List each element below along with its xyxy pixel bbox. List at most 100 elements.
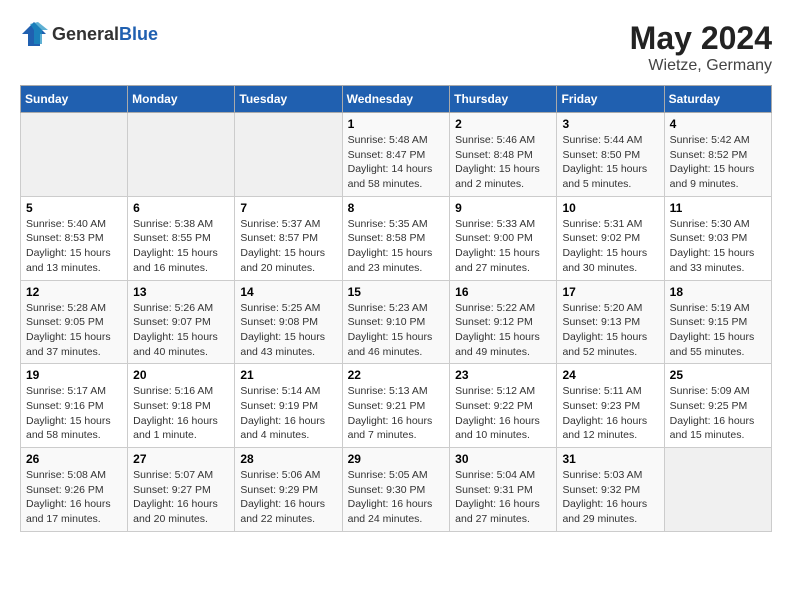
day-info: Sunrise: 5:07 AM Sunset: 9:27 PM Dayligh…	[133, 468, 229, 527]
day-info: Sunrise: 5:37 AM Sunset: 8:57 PM Dayligh…	[240, 217, 336, 276]
calendar-cell: 1 Sunrise: 5:48 AM Sunset: 8:47 PM Daylig…	[342, 113, 450, 197]
weekday-header-monday: Monday	[128, 86, 235, 113]
day-info: Sunrise: 5:35 AM Sunset: 8:58 PM Dayligh…	[348, 217, 445, 276]
calendar-table: SundayMondayTuesdayWednesdayThursdayFrid…	[20, 85, 772, 532]
day-info: Sunrise: 5:25 AM Sunset: 9:08 PM Dayligh…	[240, 301, 336, 360]
day-info: Sunrise: 5:26 AM Sunset: 9:07 PM Dayligh…	[133, 301, 229, 360]
day-number: 30	[455, 452, 551, 466]
day-number: 26	[26, 452, 122, 466]
calendar-cell	[128, 113, 235, 197]
day-number: 22	[348, 368, 445, 382]
day-number: 17	[562, 285, 658, 299]
day-info: Sunrise: 5:19 AM Sunset: 9:15 PM Dayligh…	[670, 301, 766, 360]
day-info: Sunrise: 5:11 AM Sunset: 9:23 PM Dayligh…	[562, 384, 658, 443]
location: Wietze, Germany	[630, 57, 772, 75]
calendar-cell: 7 Sunrise: 5:37 AM Sunset: 8:57 PM Daylig…	[235, 196, 342, 280]
day-info: Sunrise: 5:23 AM Sunset: 9:10 PM Dayligh…	[348, 301, 445, 360]
day-number: 3	[562, 117, 658, 131]
calendar-cell: 3 Sunrise: 5:44 AM Sunset: 8:50 PM Daylig…	[557, 113, 664, 197]
calendar-cell: 26 Sunrise: 5:08 AM Sunset: 9:26 PM Dayli…	[21, 448, 128, 532]
calendar-cell	[664, 448, 771, 532]
day-info: Sunrise: 5:13 AM Sunset: 9:21 PM Dayligh…	[348, 384, 445, 443]
day-info: Sunrise: 5:16 AM Sunset: 9:18 PM Dayligh…	[133, 384, 229, 443]
weekday-header-tuesday: Tuesday	[235, 86, 342, 113]
calendar-cell: 31Sunrise: 5:03 AM Sunset: 9:32 PM Dayli…	[557, 448, 664, 532]
day-info: Sunrise: 5:08 AM Sunset: 9:26 PM Dayligh…	[26, 468, 122, 527]
weekday-header-friday: Friday	[557, 86, 664, 113]
day-info: Sunrise: 5:17 AM Sunset: 9:16 PM Dayligh…	[26, 384, 122, 443]
calendar-cell: 6 Sunrise: 5:38 AM Sunset: 8:55 PM Daylig…	[128, 196, 235, 280]
day-info: Sunrise: 5:44 AM Sunset: 8:50 PM Dayligh…	[562, 133, 658, 192]
calendar-cell: 18 Sunrise: 5:19 AM Sunset: 9:15 PM Dayli…	[664, 280, 771, 364]
day-number: 12	[26, 285, 122, 299]
day-info: Sunrise: 5:09 AM Sunset: 9:25 PM Dayligh…	[670, 384, 766, 443]
week-row-3: 12 Sunrise: 5:28 AM Sunset: 9:05 PM Dayli…	[21, 280, 772, 364]
logo-blue: Blue	[119, 24, 158, 44]
day-info: Sunrise: 5:12 AM Sunset: 9:22 PM Dayligh…	[455, 384, 551, 443]
logo-general: General	[52, 24, 119, 44]
day-number: 2	[455, 117, 551, 131]
calendar-cell: 22 Sunrise: 5:13 AM Sunset: 9:21 PM Dayli…	[342, 364, 450, 448]
day-number: 11	[670, 201, 766, 215]
day-info: Sunrise: 5:14 AM Sunset: 9:19 PM Dayligh…	[240, 384, 336, 443]
day-number: 15	[348, 285, 445, 299]
calendar-cell: 2 Sunrise: 5:46 AM Sunset: 8:48 PM Daylig…	[450, 113, 557, 197]
calendar-cell	[235, 113, 342, 197]
day-number: 29	[348, 452, 445, 466]
day-info: Sunrise: 5:28 AM Sunset: 9:05 PM Dayligh…	[26, 301, 122, 360]
day-number: 14	[240, 285, 336, 299]
day-info: Sunrise: 5:31 AM Sunset: 9:02 PM Dayligh…	[562, 217, 658, 276]
day-info: Sunrise: 5:22 AM Sunset: 9:12 PM Dayligh…	[455, 301, 551, 360]
weekday-header-saturday: Saturday	[664, 86, 771, 113]
week-row-2: 5Sunrise: 5:40 AM Sunset: 8:53 PM Daylig…	[21, 196, 772, 280]
calendar-cell: 23Sunrise: 5:12 AM Sunset: 9:22 PM Dayli…	[450, 364, 557, 448]
calendar-cell: 8 Sunrise: 5:35 AM Sunset: 8:58 PM Daylig…	[342, 196, 450, 280]
day-number: 1	[348, 117, 445, 131]
day-number: 18	[670, 285, 766, 299]
day-number: 5	[26, 201, 122, 215]
day-info: Sunrise: 5:42 AM Sunset: 8:52 PM Dayligh…	[670, 133, 766, 192]
day-info: Sunrise: 5:38 AM Sunset: 8:55 PM Dayligh…	[133, 217, 229, 276]
day-number: 6	[133, 201, 229, 215]
day-number: 4	[670, 117, 766, 131]
calendar-cell: 11 Sunrise: 5:30 AM Sunset: 9:03 PM Dayli…	[664, 196, 771, 280]
day-info: Sunrise: 5:06 AM Sunset: 9:29 PM Dayligh…	[240, 468, 336, 527]
day-number: 27	[133, 452, 229, 466]
calendar-cell: 5Sunrise: 5:40 AM Sunset: 8:53 PM Daylig…	[21, 196, 128, 280]
day-number: 19	[26, 368, 122, 382]
day-number: 13	[133, 285, 229, 299]
day-info: Sunrise: 5:46 AM Sunset: 8:48 PM Dayligh…	[455, 133, 551, 192]
calendar-cell: 20 Sunrise: 5:16 AM Sunset: 9:18 PM Dayli…	[128, 364, 235, 448]
calendar-cell: 27 Sunrise: 5:07 AM Sunset: 9:27 PM Dayli…	[128, 448, 235, 532]
calendar-cell: 12 Sunrise: 5:28 AM Sunset: 9:05 PM Dayli…	[21, 280, 128, 364]
calendar-cell: 4 Sunrise: 5:42 AM Sunset: 8:52 PM Daylig…	[664, 113, 771, 197]
day-number: 8	[348, 201, 445, 215]
week-row-4: 19 Sunrise: 5:17 AM Sunset: 9:16 PM Dayli…	[21, 364, 772, 448]
title-block: May 2024 Wietze, Germany	[630, 20, 772, 75]
weekday-header-thursday: Thursday	[450, 86, 557, 113]
day-number: 10	[562, 201, 658, 215]
calendar-cell: 9Sunrise: 5:33 AM Sunset: 9:00 PM Daylig…	[450, 196, 557, 280]
day-number: 20	[133, 368, 229, 382]
calendar-cell: 19 Sunrise: 5:17 AM Sunset: 9:16 PM Dayli…	[21, 364, 128, 448]
day-info: Sunrise: 5:30 AM Sunset: 9:03 PM Dayligh…	[670, 217, 766, 276]
day-number: 25	[670, 368, 766, 382]
day-info: Sunrise: 5:05 AM Sunset: 9:30 PM Dayligh…	[348, 468, 445, 527]
logo-icon	[20, 20, 48, 48]
day-number: 28	[240, 452, 336, 466]
day-number: 7	[240, 201, 336, 215]
day-info: Sunrise: 5:03 AM Sunset: 9:32 PM Dayligh…	[562, 468, 658, 527]
day-number: 9	[455, 201, 551, 215]
calendar-cell: 28 Sunrise: 5:06 AM Sunset: 9:29 PM Dayli…	[235, 448, 342, 532]
calendar-cell: 25 Sunrise: 5:09 AM Sunset: 9:25 PM Dayli…	[664, 364, 771, 448]
weekday-header-wednesday: Wednesday	[342, 86, 450, 113]
day-info: Sunrise: 5:48 AM Sunset: 8:47 PM Dayligh…	[348, 133, 445, 192]
day-number: 21	[240, 368, 336, 382]
calendar-cell: 21 Sunrise: 5:14 AM Sunset: 9:19 PM Dayli…	[235, 364, 342, 448]
weekday-header-sunday: Sunday	[21, 86, 128, 113]
week-row-1: 1 Sunrise: 5:48 AM Sunset: 8:47 PM Daylig…	[21, 113, 772, 197]
week-row-5: 26 Sunrise: 5:08 AM Sunset: 9:26 PM Dayli…	[21, 448, 772, 532]
calendar-cell: 14 Sunrise: 5:25 AM Sunset: 9:08 PM Dayli…	[235, 280, 342, 364]
day-number: 24	[562, 368, 658, 382]
day-number: 16	[455, 285, 551, 299]
